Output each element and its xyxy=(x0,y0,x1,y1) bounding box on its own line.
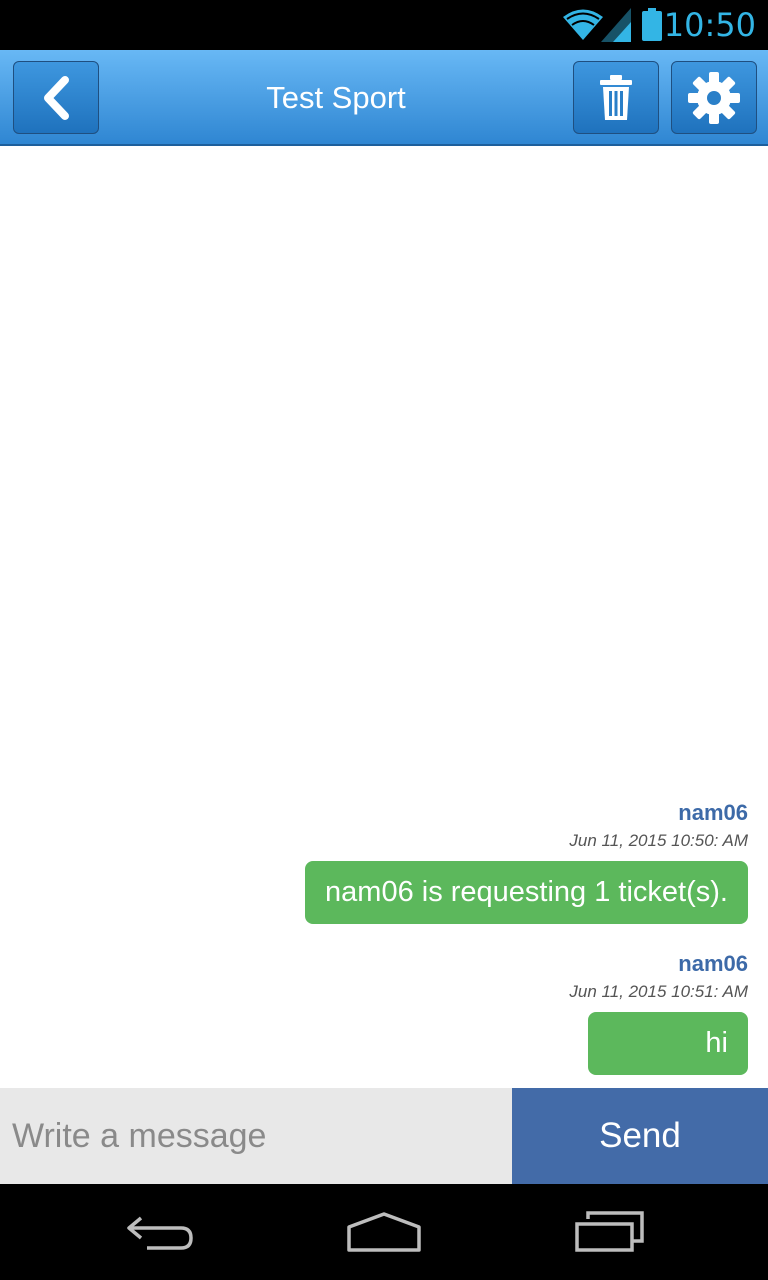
composer: Send xyxy=(0,1088,768,1184)
delete-button[interactable] xyxy=(573,61,659,134)
settings-button[interactable] xyxy=(671,61,757,134)
battery-icon xyxy=(642,8,662,41)
message-item: nam06 Jun 11, 2015 10:50: AM nam06 is re… xyxy=(305,799,748,924)
home-icon xyxy=(347,1212,421,1252)
message-bubble: nam06 is requesting 1 ticket(s). xyxy=(305,861,748,924)
back-icon xyxy=(127,1216,193,1250)
nav-home-button[interactable] xyxy=(334,1204,434,1260)
chevron-left-icon xyxy=(44,75,69,120)
navigation-bar xyxy=(0,1184,768,1280)
message-input[interactable] xyxy=(0,1088,512,1184)
send-button[interactable]: Send xyxy=(512,1088,768,1184)
status-time: 10:50 xyxy=(663,6,756,44)
nav-back-button[interactable] xyxy=(110,1204,210,1260)
recent-apps-icon xyxy=(575,1211,644,1252)
message-list[interactable]: nam06 Jun 11, 2015 10:50: AM nam06 is re… xyxy=(0,148,768,1088)
signal-icon xyxy=(601,8,631,42)
action-bar: Test Sport xyxy=(0,50,768,146)
message-timestamp: Jun 11, 2015 10:50: AM xyxy=(569,831,748,850)
message-item: nam06 Jun 11, 2015 10:51: AM hi xyxy=(569,950,748,1075)
wifi-icon xyxy=(563,9,603,40)
status-bar: 10:50 xyxy=(0,0,768,50)
back-button[interactable] xyxy=(13,61,99,134)
gear-icon xyxy=(688,71,740,124)
page-title: Test Sport xyxy=(266,80,406,115)
message-sender: nam06 xyxy=(678,951,748,976)
message-sender: nam06 xyxy=(678,800,748,825)
trash-icon xyxy=(600,74,632,120)
nav-recent-apps-button[interactable] xyxy=(560,1204,660,1260)
message-timestamp: Jun 11, 2015 10:51: AM xyxy=(569,982,748,1001)
message-bubble: hi xyxy=(588,1012,748,1075)
